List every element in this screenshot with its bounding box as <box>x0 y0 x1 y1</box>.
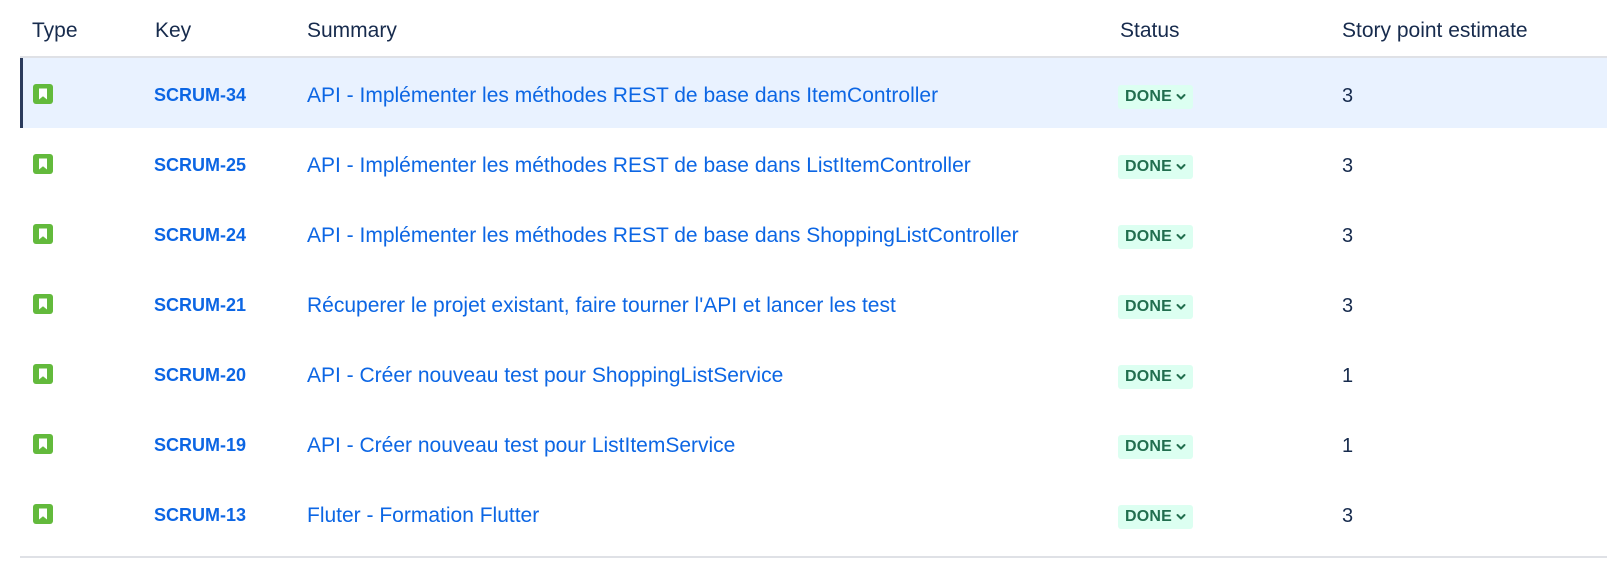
story-icon <box>33 224 53 244</box>
story-point-estimate[interactable]: 3 <box>1342 85 1353 108</box>
chevron-down-icon <box>1176 234 1186 240</box>
issue-key-link[interactable]: SCRUM-20 <box>154 365 246 386</box>
issue-summary-link[interactable]: Fluter - Formation Flutter <box>307 504 539 528</box>
table-row[interactable]: SCRUM-21 Récuperer le projet existant, f… <box>20 268 1607 338</box>
issue-summary-link[interactable]: API - Implémenter les méthodes REST de b… <box>307 224 1019 248</box>
table-row[interactable]: SCRUM-20 API - Créer nouveau test pour S… <box>20 338 1607 408</box>
column-header-story-point-estimate[interactable]: Story point estimate <box>1342 19 1528 43</box>
issue-key-link[interactable]: SCRUM-19 <box>154 435 246 456</box>
status-dropdown[interactable]: DONE <box>1118 435 1194 459</box>
status-label: DONE <box>1125 368 1173 385</box>
chevron-down-icon <box>1176 444 1186 450</box>
issue-table: Type Key Summary Status Story point esti… <box>20 0 1607 558</box>
story-point-estimate[interactable]: 3 <box>1342 155 1353 178</box>
status-dropdown[interactable]: DONE <box>1118 155 1194 179</box>
issue-key-link[interactable]: SCRUM-24 <box>154 225 246 246</box>
table-bottom-divider <box>20 556 1607 558</box>
status-dropdown[interactable]: DONE <box>1118 85 1194 109</box>
story-icon <box>33 294 53 314</box>
status-dropdown[interactable]: DONE <box>1118 505 1194 529</box>
chevron-down-icon <box>1176 164 1186 170</box>
story-point-estimate[interactable]: 3 <box>1342 225 1353 248</box>
column-header-summary[interactable]: Summary <box>307 19 397 43</box>
table-row[interactable]: SCRUM-19 API - Créer nouveau test pour L… <box>20 408 1607 478</box>
issue-key-link[interactable]: SCRUM-21 <box>154 295 246 316</box>
story-point-estimate[interactable]: 1 <box>1342 435 1353 458</box>
story-point-estimate[interactable]: 3 <box>1342 505 1353 528</box>
column-header-key[interactable]: Key <box>155 19 191 43</box>
chevron-down-icon <box>1176 514 1186 520</box>
table-body: SCRUM-34 API - Implémenter les méthodes … <box>20 58 1607 548</box>
chevron-down-icon <box>1176 304 1186 310</box>
chevron-down-icon <box>1176 94 1186 100</box>
issue-summary-link[interactable]: API - Implémenter les méthodes REST de b… <box>307 84 938 108</box>
story-point-estimate[interactable]: 1 <box>1342 365 1353 388</box>
table-row[interactable]: SCRUM-13 Fluter - Formation Flutter DONE… <box>20 478 1607 548</box>
issue-summary-link[interactable]: API - Créer nouveau test pour ListItemSe… <box>307 434 735 458</box>
story-icon <box>33 364 53 384</box>
status-dropdown[interactable]: DONE <box>1118 365 1194 389</box>
status-label: DONE <box>1125 228 1173 245</box>
status-label: DONE <box>1125 158 1173 175</box>
issue-key-link[interactable]: SCRUM-25 <box>154 155 246 176</box>
status-label: DONE <box>1125 298 1173 315</box>
story-point-estimate[interactable]: 3 <box>1342 295 1353 318</box>
story-icon <box>33 154 53 174</box>
table-row[interactable]: SCRUM-25 API - Implémenter les méthodes … <box>20 128 1607 198</box>
status-label: DONE <box>1125 438 1173 455</box>
issue-summary-link[interactable]: Récuperer le projet existant, faire tour… <box>307 294 896 318</box>
story-icon <box>33 434 53 454</box>
table-row[interactable]: SCRUM-34 API - Implémenter les méthodes … <box>20 58 1607 128</box>
table-row[interactable]: SCRUM-24 API - Implémenter les méthodes … <box>20 198 1607 268</box>
status-label: DONE <box>1125 508 1173 525</box>
story-icon <box>33 504 53 524</box>
issue-summary-link[interactable]: API - Implémenter les méthodes REST de b… <box>307 154 971 178</box>
issue-key-link[interactable]: SCRUM-13 <box>154 505 246 526</box>
issue-key-link[interactable]: SCRUM-34 <box>154 85 246 106</box>
column-header-type[interactable]: Type <box>32 19 78 43</box>
status-dropdown[interactable]: DONE <box>1118 295 1194 319</box>
column-header-status[interactable]: Status <box>1120 19 1180 43</box>
status-label: DONE <box>1125 88 1173 105</box>
table-header: Type Key Summary Status Story point esti… <box>20 0 1607 58</box>
story-icon <box>33 84 53 104</box>
issue-summary-link[interactable]: API - Créer nouveau test pour ShoppingLi… <box>307 364 783 388</box>
chevron-down-icon <box>1176 374 1186 380</box>
status-dropdown[interactable]: DONE <box>1118 225 1194 249</box>
